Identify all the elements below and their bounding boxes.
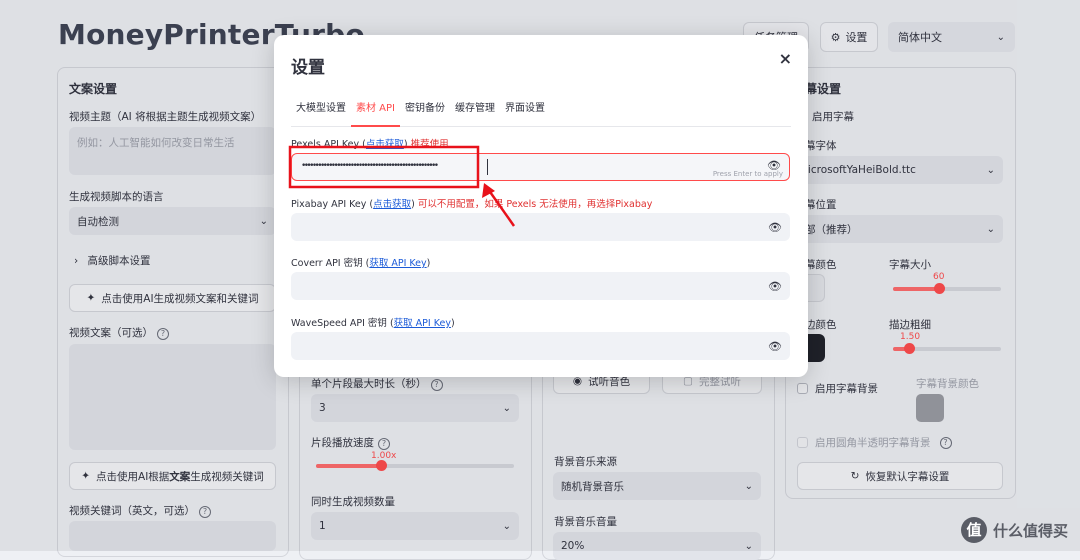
watermark-text: 什么值得买 bbox=[992, 521, 1068, 540]
watermark-logo: 值 bbox=[960, 517, 987, 543]
annotation-highlight-box bbox=[288, 145, 480, 189]
watermark: 值 什么值得买 bbox=[960, 517, 1068, 543]
annotation-arrow-line bbox=[486, 188, 516, 227]
annotation-overlay bbox=[288, 145, 516, 227]
